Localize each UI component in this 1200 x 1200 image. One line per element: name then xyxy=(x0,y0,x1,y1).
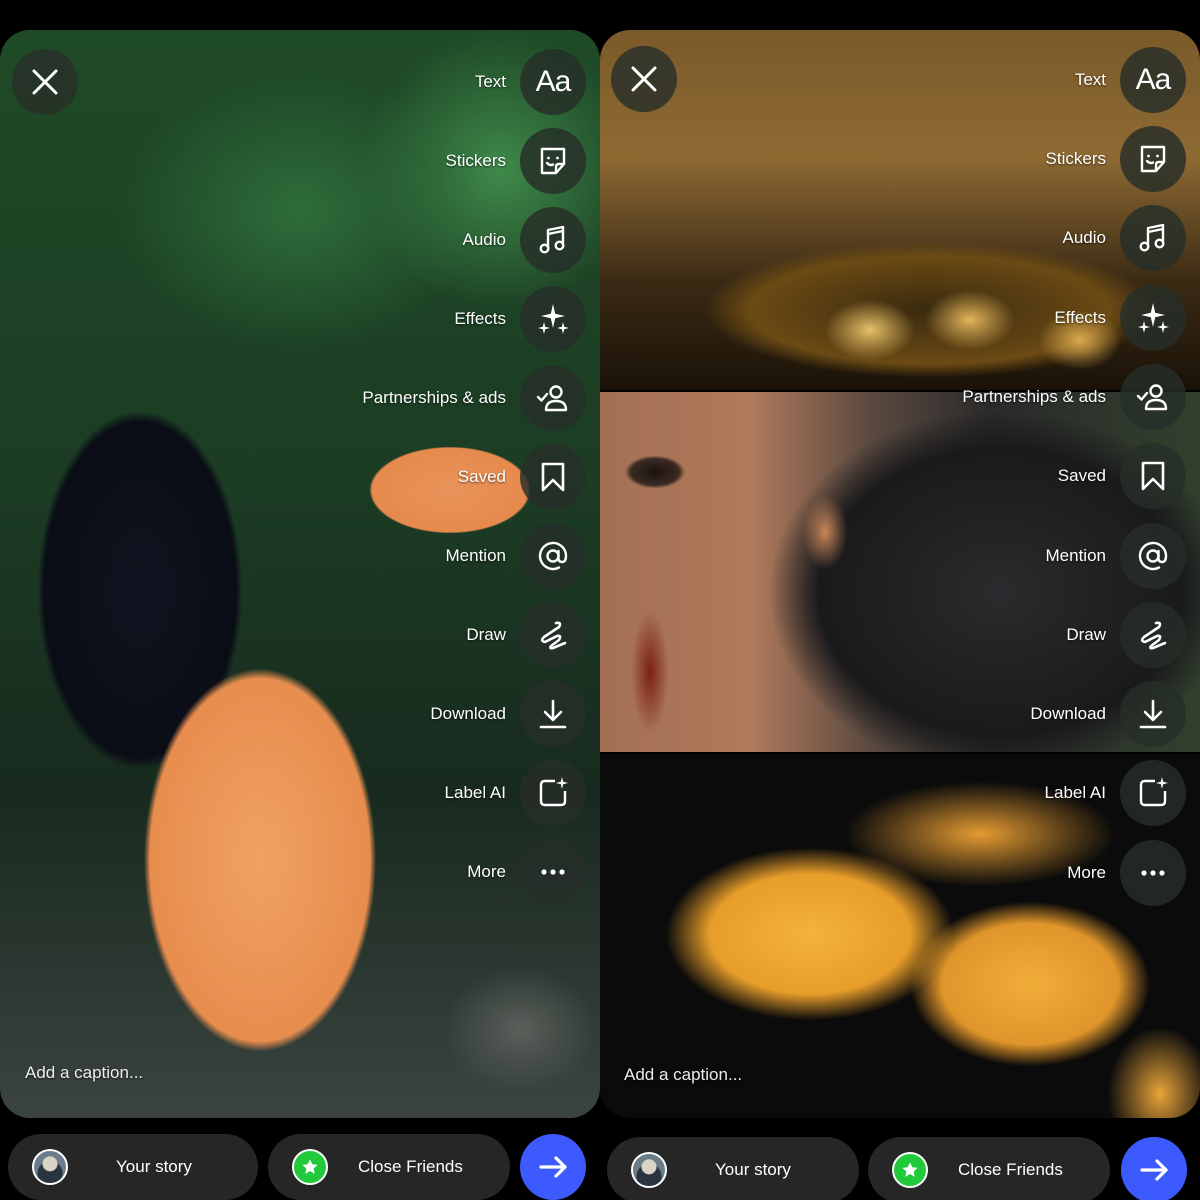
avatar xyxy=(631,1152,667,1188)
tool-label: Label AI xyxy=(444,783,506,802)
tool-mention[interactable]: Mention xyxy=(446,523,586,589)
close-friends-star-icon xyxy=(892,1152,928,1188)
your-story-button[interactable]: Your story xyxy=(607,1137,859,1200)
tool-label-ai[interactable]: Label AI xyxy=(445,760,586,826)
close-friends-button[interactable]: Close Friends xyxy=(268,1134,510,1200)
tool-saved[interactable]: Saved xyxy=(1058,443,1186,509)
tool-stickers[interactable]: Stickers xyxy=(1046,126,1186,192)
tool-label: Mention xyxy=(1045,546,1106,565)
tool-label: Effects xyxy=(1054,308,1106,327)
your-story-label: Your story xyxy=(715,1160,791,1179)
sparkles-icon xyxy=(538,304,569,334)
close-friends-star-icon xyxy=(292,1149,328,1185)
tool-label: Effects xyxy=(454,309,506,328)
tool-audio[interactable]: Audio xyxy=(1063,205,1186,271)
tool-text[interactable]: Text Aa xyxy=(1075,47,1186,113)
tool-stickers[interactable]: Stickers xyxy=(446,128,586,194)
music-note-icon xyxy=(1139,223,1165,252)
more-icon xyxy=(541,869,565,875)
tool-label: Text xyxy=(474,72,506,91)
close-button[interactable] xyxy=(611,46,677,112)
tool-label: Partnerships & ads xyxy=(362,388,506,407)
your-story-button[interactable]: Your story xyxy=(8,1134,258,1200)
tool-label: More xyxy=(1067,863,1106,882)
tool-draw[interactable]: Draw xyxy=(1066,602,1186,668)
tool-label: Draw xyxy=(466,625,506,644)
send-button[interactable] xyxy=(520,1134,586,1200)
arrow-right-icon xyxy=(539,1156,567,1178)
tool-label: Download xyxy=(430,704,506,723)
text-aa-icon: Aa xyxy=(535,65,572,98)
tool-more[interactable]: More xyxy=(467,839,586,905)
person-check-icon xyxy=(536,385,568,412)
tool-label: Audio xyxy=(462,230,506,249)
squiggle-icon xyxy=(540,621,567,650)
arrow-right-icon xyxy=(1140,1159,1168,1181)
tool-audio[interactable]: Audio xyxy=(463,207,586,273)
close-icon xyxy=(32,69,58,95)
ai-label-icon xyxy=(539,777,568,807)
at-icon xyxy=(1138,541,1168,571)
text-aa-icon: Aa xyxy=(1135,63,1172,96)
tool-label: Stickers xyxy=(1045,149,1106,168)
sticker-icon xyxy=(1140,145,1166,173)
story-editor-right: Text Aa Stickers Audio Effects Partnersh… xyxy=(600,0,1200,1200)
caption-input[interactable]: Add a caption... xyxy=(25,1063,143,1083)
avatar xyxy=(32,1149,68,1185)
tool-label: More xyxy=(467,862,506,881)
tool-download[interactable]: Download xyxy=(430,681,586,747)
person-check-icon xyxy=(1136,384,1168,411)
squiggle-icon xyxy=(1140,621,1167,650)
bookmark-icon xyxy=(541,462,565,492)
close-button[interactable] xyxy=(12,49,78,115)
your-story-label: Your story xyxy=(116,1157,192,1176)
caption-input[interactable]: Add a caption... xyxy=(624,1065,742,1085)
story-editor-left: Text Aa Stickers Audio Effects Partnersh… xyxy=(0,0,600,1200)
tool-label: Stickers xyxy=(445,151,506,170)
tool-mention[interactable]: Mention xyxy=(1046,523,1186,589)
download-icon xyxy=(1139,699,1167,729)
share-bar: Your story Close Friends xyxy=(0,1134,600,1200)
tool-label: Mention xyxy=(445,546,506,565)
tool-label: Saved xyxy=(457,467,506,486)
at-icon xyxy=(538,541,568,571)
tool-label: Partnerships & ads xyxy=(962,387,1106,406)
tool-more[interactable]: More xyxy=(1067,840,1186,906)
tool-effects[interactable]: Effects xyxy=(454,286,586,352)
tool-download[interactable]: Download xyxy=(1030,681,1186,747)
tool-draw[interactable]: Draw xyxy=(466,602,586,668)
tool-label: Audio xyxy=(1062,228,1106,247)
sparkles-icon xyxy=(1138,303,1169,333)
tool-saved[interactable]: Saved xyxy=(458,444,586,510)
tool-label-ai[interactable]: Label AI xyxy=(1045,760,1186,826)
close-icon xyxy=(631,66,657,92)
download-icon xyxy=(539,699,567,729)
send-button[interactable] xyxy=(1121,1137,1187,1200)
tool-text[interactable]: Text Aa xyxy=(475,49,586,115)
share-bar: Your story Close Friends xyxy=(600,1137,1200,1200)
tool-label: Label AI xyxy=(1044,783,1106,802)
more-icon xyxy=(1141,870,1165,876)
tool-label: Text xyxy=(1074,70,1106,89)
tool-label: Download xyxy=(1030,704,1106,723)
tool-partnerships-ads[interactable]: Partnerships & ads xyxy=(962,364,1186,430)
tool-label: Saved xyxy=(1057,466,1106,485)
tool-partnerships-ads[interactable]: Partnerships & ads xyxy=(362,365,586,431)
close-friends-label: Close Friends xyxy=(358,1157,463,1176)
ai-label-icon xyxy=(1139,777,1168,807)
tool-label: Draw xyxy=(1066,625,1106,644)
close-friends-button[interactable]: Close Friends xyxy=(868,1137,1110,1200)
music-note-icon xyxy=(539,225,565,254)
sticker-icon xyxy=(540,147,566,175)
close-friends-label: Close Friends xyxy=(958,1160,1063,1179)
tool-effects[interactable]: Effects xyxy=(1054,285,1186,351)
bookmark-icon xyxy=(1141,461,1165,491)
